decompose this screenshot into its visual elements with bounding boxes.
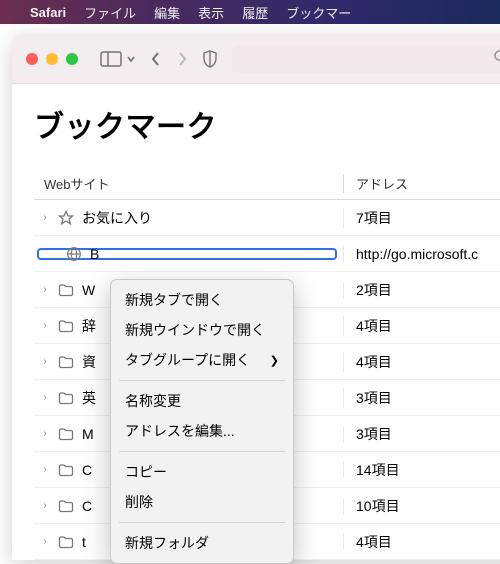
context-menu-item[interactable]: 名称変更 (111, 386, 293, 416)
bookmark-address: 7項目 (344, 208, 500, 228)
disclosure-icon[interactable]: › (40, 500, 50, 511)
chevron-down-icon (126, 51, 136, 67)
forward-button[interactable] (176, 50, 188, 68)
context-menu-item[interactable]: 新規フォルダ (111, 528, 293, 558)
page-title: ブックマーク (34, 102, 500, 146)
bookmark-address: 4項目 (344, 532, 500, 552)
table-header: Webサイト アドレス (34, 168, 500, 200)
address-search-field[interactable] (232, 45, 500, 73)
folder-icon (58, 499, 74, 513)
bookmark-label: t (82, 534, 86, 550)
column-website[interactable]: Webサイト (34, 174, 344, 193)
context-menu-item[interactable]: 削除 (111, 487, 293, 517)
bookmark-address: 10項目 (344, 496, 500, 516)
folder-icon (58, 427, 74, 441)
menu-item-label: 名称変更 (125, 391, 181, 411)
bookmark-address: 4項目 (344, 316, 500, 336)
folder-icon (58, 355, 74, 369)
table-row[interactable]: ›Bhttp://go.microsoft.c (34, 236, 500, 272)
folder-icon (58, 319, 74, 333)
app-name[interactable]: Safari (30, 5, 66, 20)
sidebar-toggle[interactable] (100, 51, 136, 67)
menu-view[interactable]: 表示 (198, 3, 224, 22)
disclosure-icon[interactable]: › (40, 392, 50, 403)
globe-icon (66, 246, 82, 262)
folder-icon (58, 535, 74, 549)
menu-separator (119, 380, 285, 381)
table-row[interactable]: › お気に入り 7項目 (34, 200, 500, 236)
context-menu-item[interactable]: 新規タブで開く (111, 285, 293, 315)
bookmark-address: 2項目 (344, 280, 500, 300)
bookmark-label: 英 (82, 388, 96, 408)
disclosure-icon[interactable]: › (40, 428, 50, 439)
menu-separator (119, 522, 285, 523)
folder-icon (58, 283, 74, 297)
context-menu-item[interactable]: タブグループに開く ❯ (111, 345, 293, 375)
safari-toolbar (12, 34, 500, 84)
window-controls (26, 53, 78, 65)
disclosure-icon[interactable]: › (40, 356, 50, 367)
menu-file[interactable]: ファイル (84, 3, 136, 22)
bookmark-address: 3項目 (344, 388, 500, 408)
zoom-window-button[interactable] (66, 53, 78, 65)
bookmark-address: 14項目 (344, 460, 500, 480)
bookmark-label: B (90, 246, 99, 262)
column-address[interactable]: アドレス (344, 174, 500, 193)
bookmark-label: C (82, 462, 92, 478)
menu-item-label: アドレスを編集... (125, 421, 235, 441)
menu-edit[interactable]: 編集 (154, 3, 180, 22)
disclosure-icon[interactable]: › (40, 284, 50, 295)
bookmark-label: 辞 (82, 316, 96, 336)
menu-item-label: 新規フォルダ (125, 533, 209, 553)
context-menu-item[interactable]: コピー (111, 457, 293, 487)
chevron-right-icon: ❯ (270, 354, 279, 367)
minimize-window-button[interactable] (46, 53, 58, 65)
shield-icon[interactable] (202, 50, 218, 68)
star-icon (58, 210, 74, 226)
bookmark-label: お気に入り (82, 208, 152, 228)
bookmark-label: W (82, 282, 95, 298)
menu-history[interactable]: 履歴 (242, 3, 268, 22)
menu-item-label: 新規タブで開く (125, 290, 223, 310)
bookmark-address: 4項目 (344, 352, 500, 372)
bookmark-label: M (82, 426, 94, 442)
menu-item-label: タブグループに開く (125, 350, 250, 370)
bookmark-label: 資 (82, 352, 96, 372)
macos-menubar: Safari ファイル 編集 表示 履歴 ブックマー (0, 0, 500, 24)
close-window-button[interactable] (26, 53, 38, 65)
disclosure-icon[interactable]: › (40, 320, 50, 331)
disclosure-icon[interactable]: › (40, 536, 50, 547)
menu-item-label: 新規ウインドウで開く (125, 320, 265, 340)
menu-separator (119, 451, 285, 452)
menu-bookmarks[interactable]: ブックマー (286, 3, 351, 22)
menu-item-label: コピー (125, 462, 167, 482)
sidebar-icon (100, 51, 122, 67)
context-menu-item[interactable]: 新規ウインドウで開く (111, 315, 293, 345)
folder-icon (58, 463, 74, 477)
disclosure-icon[interactable]: › (40, 212, 50, 223)
context-menu: 新規タブで開く新規ウインドウで開くタブグループに開く ❯ 名称変更アドレスを編集..… (110, 279, 294, 564)
folder-icon (58, 391, 74, 405)
bookmark-address: 3項目 (344, 424, 500, 444)
bookmark-label: C (82, 498, 92, 514)
search-icon (493, 49, 500, 69)
back-button[interactable] (150, 50, 162, 68)
menu-item-label: 削除 (125, 492, 153, 512)
context-menu-item[interactable]: アドレスを編集... (111, 416, 293, 446)
disclosure-icon[interactable]: › (40, 464, 50, 475)
bookmark-address: http://go.microsoft.c (344, 246, 500, 262)
